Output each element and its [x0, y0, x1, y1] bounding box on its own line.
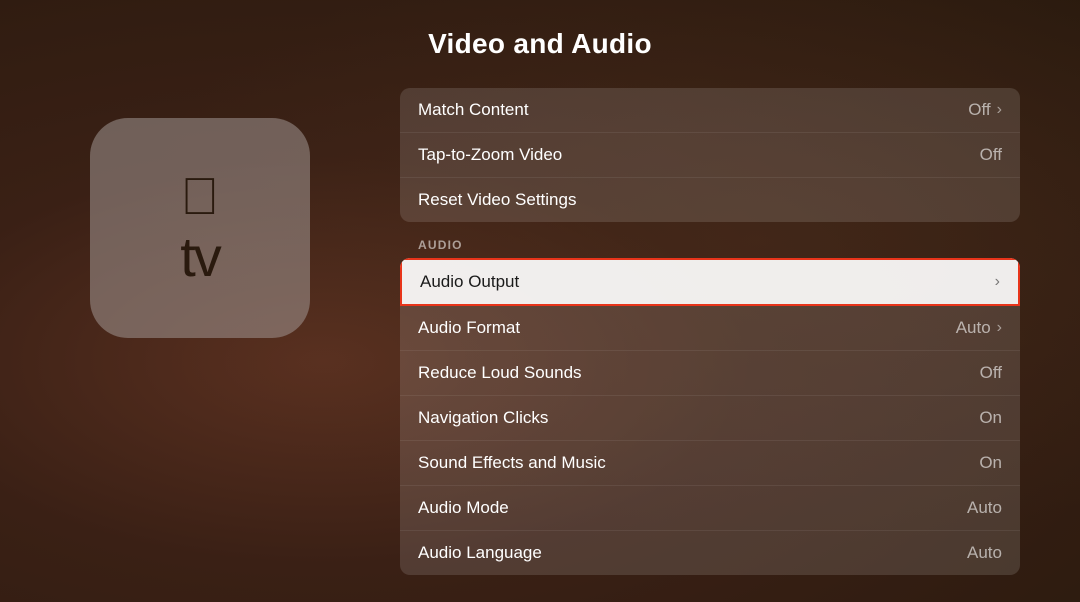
tap-to-zoom-value: Off	[980, 145, 1002, 165]
audio-format-chevron-icon: ›	[997, 319, 1002, 337]
audio-format-right: Auto ›	[956, 318, 1002, 338]
match-content-value: Off	[968, 100, 990, 120]
audio-mode-value: Auto	[967, 498, 1002, 518]
navigation-clicks-row[interactable]: Navigation Clicks On	[400, 396, 1020, 441]
tap-to-zoom-label: Tap-to-Zoom Video	[418, 145, 562, 165]
navigation-clicks-right: On	[979, 408, 1002, 428]
main-area:  tv Match Content Off › Tap-to-Zoom Vid…	[0, 88, 1080, 577]
audio-language-label: Audio Language	[418, 543, 542, 563]
reset-video-row[interactable]: Reset Video Settings	[400, 178, 1020, 222]
page-title: Video and Audio	[428, 28, 652, 60]
sound-effects-right: On	[979, 453, 1002, 473]
navigation-clicks-label: Navigation Clicks	[418, 408, 548, 428]
tv-label: tv	[180, 229, 220, 285]
device-icon-container:  tv	[60, 88, 340, 338]
reduce-loud-sounds-row[interactable]: Reduce Loud Sounds Off	[400, 351, 1020, 396]
audio-mode-row[interactable]: Audio Mode Auto	[400, 486, 1020, 531]
audio-format-value: Auto	[956, 318, 991, 338]
match-content-chevron-icon: ›	[997, 101, 1002, 119]
audio-section-label: AUDIO	[400, 224, 1020, 258]
tap-to-zoom-row[interactable]: Tap-to-Zoom Video Off	[400, 133, 1020, 178]
audio-language-value: Auto	[967, 543, 1002, 563]
match-content-label: Match Content	[418, 100, 529, 120]
audio-output-right: ›	[995, 273, 1000, 291]
apple-logo-icon: 	[181, 171, 220, 223]
audio-format-label: Audio Format	[418, 318, 520, 338]
sound-effects-row[interactable]: Sound Effects and Music On	[400, 441, 1020, 486]
audio-mode-label: Audio Mode	[418, 498, 509, 518]
reset-video-label: Reset Video Settings	[418, 190, 576, 210]
audio-format-row[interactable]: Audio Format Auto ›	[400, 306, 1020, 351]
audio-language-row[interactable]: Audio Language Auto	[400, 531, 1020, 575]
audio-output-chevron-icon: ›	[995, 273, 1000, 291]
audio-language-right: Auto	[967, 543, 1002, 563]
page-content: Video and Audio  tv Match Content Off ›	[0, 0, 1080, 602]
audio-mode-right: Auto	[967, 498, 1002, 518]
reduce-loud-sounds-value: Off	[980, 363, 1002, 383]
device-box:  tv	[90, 118, 310, 338]
match-content-right: Off ›	[968, 100, 1002, 120]
match-content-row[interactable]: Match Content Off ›	[400, 88, 1020, 133]
tap-to-zoom-right: Off	[980, 145, 1002, 165]
video-settings-group: Match Content Off › Tap-to-Zoom Video Of…	[400, 88, 1020, 222]
audio-output-row[interactable]: Audio Output ›	[400, 258, 1020, 306]
audio-settings-group: Audio Output › Audio Format Auto › Reduc…	[400, 258, 1020, 575]
audio-output-label: Audio Output	[420, 272, 519, 292]
settings-list: Match Content Off › Tap-to-Zoom Video Of…	[400, 88, 1020, 577]
sound-effects-label: Sound Effects and Music	[418, 453, 606, 473]
navigation-clicks-value: On	[979, 408, 1002, 428]
sound-effects-value: On	[979, 453, 1002, 473]
reduce-loud-sounds-right: Off	[980, 363, 1002, 383]
reduce-loud-sounds-label: Reduce Loud Sounds	[418, 363, 582, 383]
